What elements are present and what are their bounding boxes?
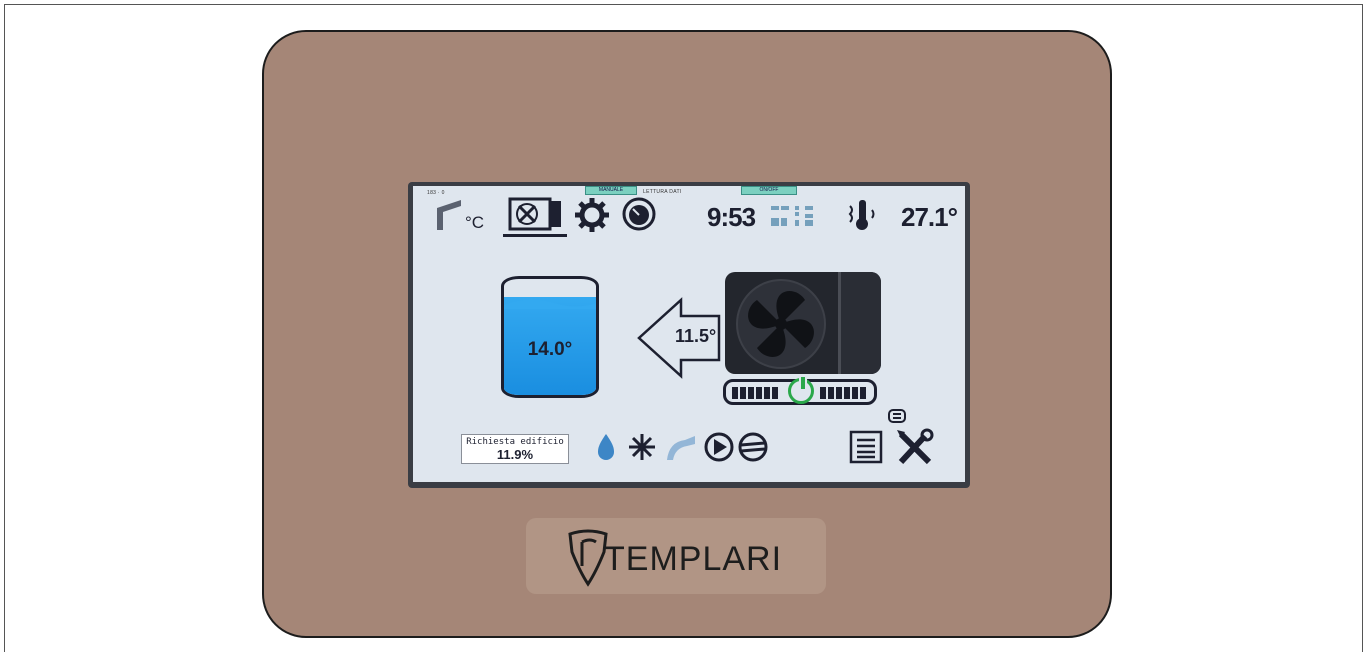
water-drop-icon: [598, 434, 614, 460]
chain-link-icon[interactable]: [887, 408, 907, 424]
tools-icon[interactable]: [895, 428, 935, 466]
fan-unit-icon[interactable]: [507, 196, 563, 234]
compressor-icon: [738, 432, 768, 462]
power-bars-left: [732, 386, 780, 399]
controller-device: 183 · 0 MANUALE LETTURA DATI ON/OFF °C 9…: [262, 30, 1112, 638]
brand-logo-plate: TEMPLARI: [526, 518, 826, 594]
dial-icon[interactable]: [621, 196, 657, 232]
power-icon[interactable]: [788, 375, 814, 404]
shower-icon: [667, 436, 695, 460]
pump-play-icon: [704, 432, 734, 462]
house-celsius-icon[interactable]: °C: [435, 196, 501, 232]
unit-fan-icon: [736, 279, 826, 369]
thermometer-icon: [848, 200, 875, 230]
water-tank[interactable]: 14.0°: [501, 276, 599, 398]
tank-temperature: 14.0°: [527, 339, 573, 360]
flow-temperature: 11.5°: [675, 326, 717, 346]
power-bars-right: [820, 386, 868, 399]
status-label: LETTURA DATI: [643, 189, 682, 195]
water-wave: [504, 299, 596, 309]
screen-bezel: 183 · 0 MANUALE LETTURA DATI ON/OFF °C 9…: [408, 182, 970, 488]
display-screen: 183 · 0 MANUALE LETTURA DATI ON/OFF °C 9…: [413, 186, 965, 482]
clock-time: 9:53: [707, 202, 756, 232]
building-request-box: Richiesta edificio 11.9%: [461, 434, 569, 464]
unit-side-panel: [838, 272, 881, 374]
mode-badge[interactable]: MANUALE: [585, 186, 637, 195]
brand-name: TEMPLARI: [604, 540, 783, 578]
onoff-badge[interactable]: ON/OFF: [741, 186, 797, 195]
active-tab-underline: [503, 234, 567, 237]
menu-list-icon[interactable]: [849, 430, 883, 464]
heat-pump-unit[interactable]: [725, 272, 881, 374]
snowflake-icon: [629, 434, 655, 460]
outdoor-temperature: 27.1°: [901, 202, 958, 232]
power-level-bar[interactable]: [723, 375, 877, 405]
request-value: 11.9%: [496, 447, 534, 462]
gear-icon[interactable]: [573, 196, 611, 234]
svg-text:°C: °C: [465, 213, 484, 232]
status-indicators-icon: [771, 206, 813, 226]
